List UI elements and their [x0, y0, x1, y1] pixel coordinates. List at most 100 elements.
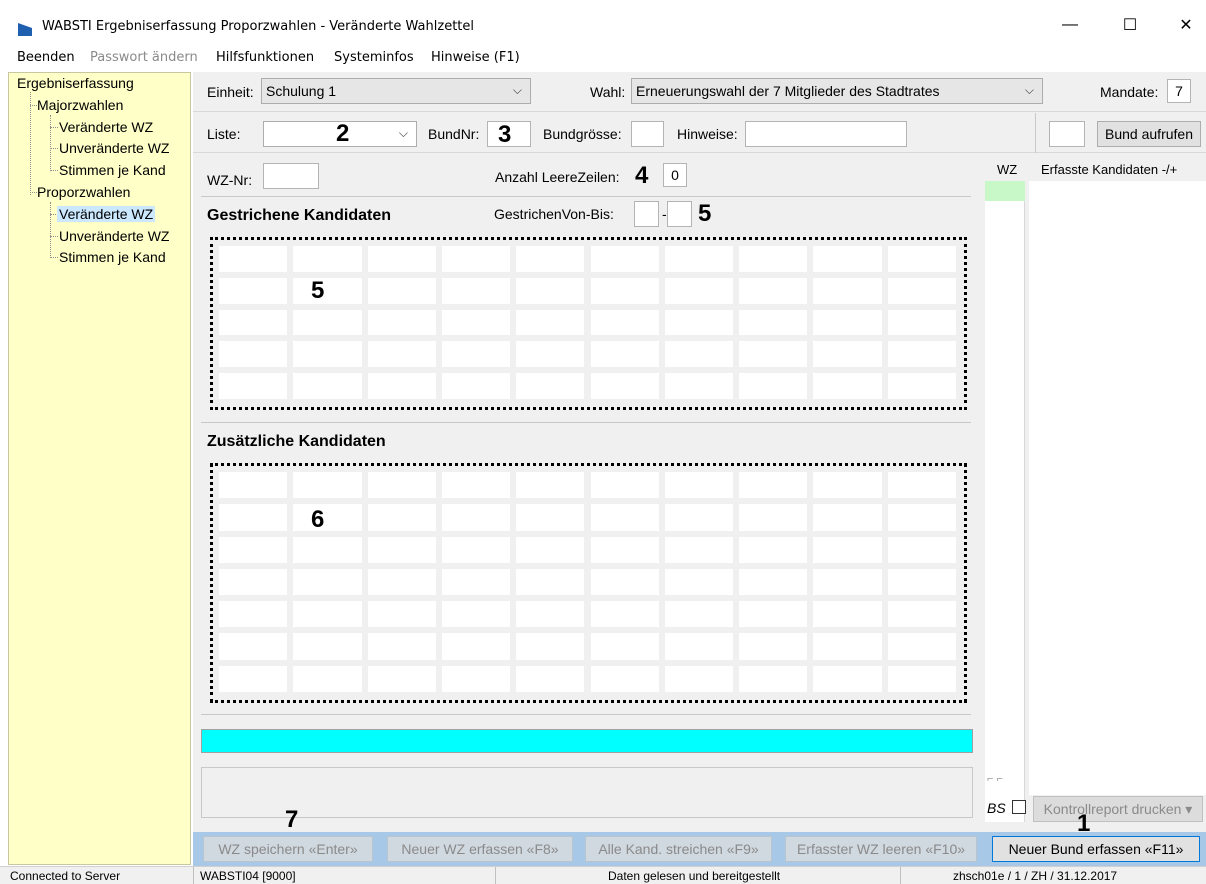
grid-cell[interactable]: [516, 373, 585, 399]
grid-cell[interactable]: [664, 665, 734, 692]
grid-cell[interactable]: [516, 246, 585, 272]
bs-checkbox[interactable]: [1012, 800, 1026, 814]
grid-cell[interactable]: [590, 373, 659, 399]
maximize-button[interactable]: ☐: [1110, 8, 1150, 42]
grid-cell[interactable]: [219, 277, 288, 304]
bund-nr-lookup-input[interactable]: [1049, 121, 1085, 147]
grid-cell[interactable]: [219, 309, 288, 336]
grid-cell[interactable]: [813, 472, 882, 499]
grid-cell[interactable]: [887, 341, 956, 368]
grid-cell[interactable]: [367, 601, 436, 628]
grid-cell[interactable]: [590, 277, 659, 304]
grid-cell[interactable]: [664, 601, 734, 628]
hinweise-input[interactable]: [745, 121, 907, 147]
grid-cell[interactable]: [219, 504, 288, 531]
grid-cell[interactable]: [664, 341, 734, 368]
grid-cell[interactable]: [516, 341, 585, 368]
grid-cell[interactable]: [441, 277, 511, 304]
grid-cell[interactable]: [516, 309, 585, 336]
grid-cell[interactable]: [441, 568, 511, 596]
wznr-input[interactable]: [263, 163, 319, 189]
gestrichene-kandidaten-grid[interactable]: [210, 237, 967, 410]
grid-cell[interactable]: [367, 665, 436, 692]
grid-cell[interactable]: [219, 536, 288, 563]
grid-cell[interactable]: [739, 536, 808, 563]
grid-cell[interactable]: [739, 309, 808, 336]
erfasster-wz-leeren-button[interactable]: Erfasster WZ leeren «F10»: [785, 836, 977, 862]
grid-cell[interactable]: [516, 665, 585, 692]
grid-cell[interactable]: [367, 504, 436, 531]
grid-cell[interactable]: [441, 504, 511, 531]
grid-cell[interactable]: [664, 309, 734, 336]
wz-list-current-row[interactable]: [985, 181, 1025, 201]
grid-cell[interactable]: [590, 536, 659, 563]
grid-cell[interactable]: [293, 277, 362, 304]
grid-cell[interactable]: [367, 536, 436, 563]
neuer-wz-erfassen-button[interactable]: Neuer WZ erfassen «F8»: [387, 836, 573, 862]
menu-hilfsfunktionen[interactable]: Hilfsfunktionen: [216, 50, 314, 65]
grid-cell[interactable]: [887, 309, 956, 336]
grid-cell[interactable]: [367, 472, 436, 499]
grid-cell[interactable]: [293, 568, 362, 596]
grid-cell[interactable]: [813, 633, 882, 660]
grid-cell[interactable]: [293, 341, 362, 368]
grid-cell[interactable]: [590, 309, 659, 336]
grid-cell[interactable]: [441, 472, 511, 499]
grid-cell[interactable]: [219, 601, 288, 628]
grid-cell[interactable]: [219, 246, 288, 272]
gestrichen-von-input[interactable]: [634, 201, 659, 227]
grid-cell[interactable]: [590, 472, 659, 499]
grid-cell[interactable]: [293, 665, 362, 692]
tree-proporz-unveraenderte-wz[interactable]: Unveränderte WZ: [59, 228, 169, 244]
grid-cell[interactable]: [367, 309, 436, 336]
grid-cell[interactable]: [516, 472, 585, 499]
grid-cell[interactable]: [590, 504, 659, 531]
wz-list[interactable]: ⌐ ⌐: [985, 181, 1025, 822]
grid-cell[interactable]: [590, 665, 659, 692]
grid-cell[interactable]: [739, 277, 808, 304]
tree-major-veraenderte-wz[interactable]: Veränderte WZ: [59, 119, 153, 135]
grid-cell[interactable]: [441, 309, 511, 336]
grid-cell[interactable]: [219, 633, 288, 660]
grid-cell[interactable]: [441, 633, 511, 660]
grid-cell[interactable]: [441, 373, 511, 399]
grid-cell[interactable]: [219, 373, 288, 399]
grid-cell[interactable]: [367, 277, 436, 304]
grid-cell[interactable]: [739, 373, 808, 399]
grid-cell[interactable]: [664, 536, 734, 563]
grid-cell[interactable]: [441, 341, 511, 368]
grid-cell[interactable]: [664, 373, 734, 399]
close-button[interactable]: ✕: [1166, 8, 1206, 42]
grid-cell[interactable]: [367, 633, 436, 660]
tree-root[interactable]: Ergebniserfassung: [17, 75, 134, 91]
grid-cell[interactable]: [813, 504, 882, 531]
bund-aufrufen-button[interactable]: Bund aufrufen: [1097, 121, 1201, 147]
grid-cell[interactable]: [516, 536, 585, 563]
menu-hinweise[interactable]: Hinweise (F1): [431, 50, 520, 65]
grid-cell[interactable]: [516, 504, 585, 531]
tree-proporz-veraenderte-wz[interactable]: Veränderte WZ: [57, 206, 156, 222]
grid-cell[interactable]: [887, 633, 956, 660]
grid-cell[interactable]: [367, 246, 436, 272]
menu-beenden[interactable]: Beenden: [17, 50, 75, 65]
einheit-select[interactable]: Schulung 1 ⌵: [261, 78, 531, 104]
grid-cell[interactable]: [739, 504, 808, 531]
grid-cell[interactable]: [887, 536, 956, 563]
grid-cell[interactable]: [441, 665, 511, 692]
tree-major-unveraenderte-wz[interactable]: Unveränderte WZ: [59, 140, 169, 156]
tree-proporzwahlen[interactable]: Proporzwahlen: [37, 184, 130, 200]
grid-cell[interactable]: [887, 504, 956, 531]
grid-cell[interactable]: [813, 665, 882, 692]
grid-cell[interactable]: [813, 309, 882, 336]
grid-cell[interactable]: [441, 536, 511, 563]
gestrichen-bis-input[interactable]: [667, 201, 692, 227]
grid-cell[interactable]: [293, 601, 362, 628]
bundgroesse-input[interactable]: [631, 121, 664, 147]
grid-cell[interactable]: [293, 504, 362, 531]
grid-cell[interactable]: [219, 341, 288, 368]
erfasste-kandidaten-list[interactable]: [1029, 181, 1206, 795]
grid-cell[interactable]: [219, 472, 288, 499]
grid-cell[interactable]: [293, 246, 362, 272]
menu-passwort-aendern[interactable]: Passwort ändern: [90, 50, 198, 65]
anzahl-leerezeilen-input[interactable]: 4: [633, 162, 655, 189]
